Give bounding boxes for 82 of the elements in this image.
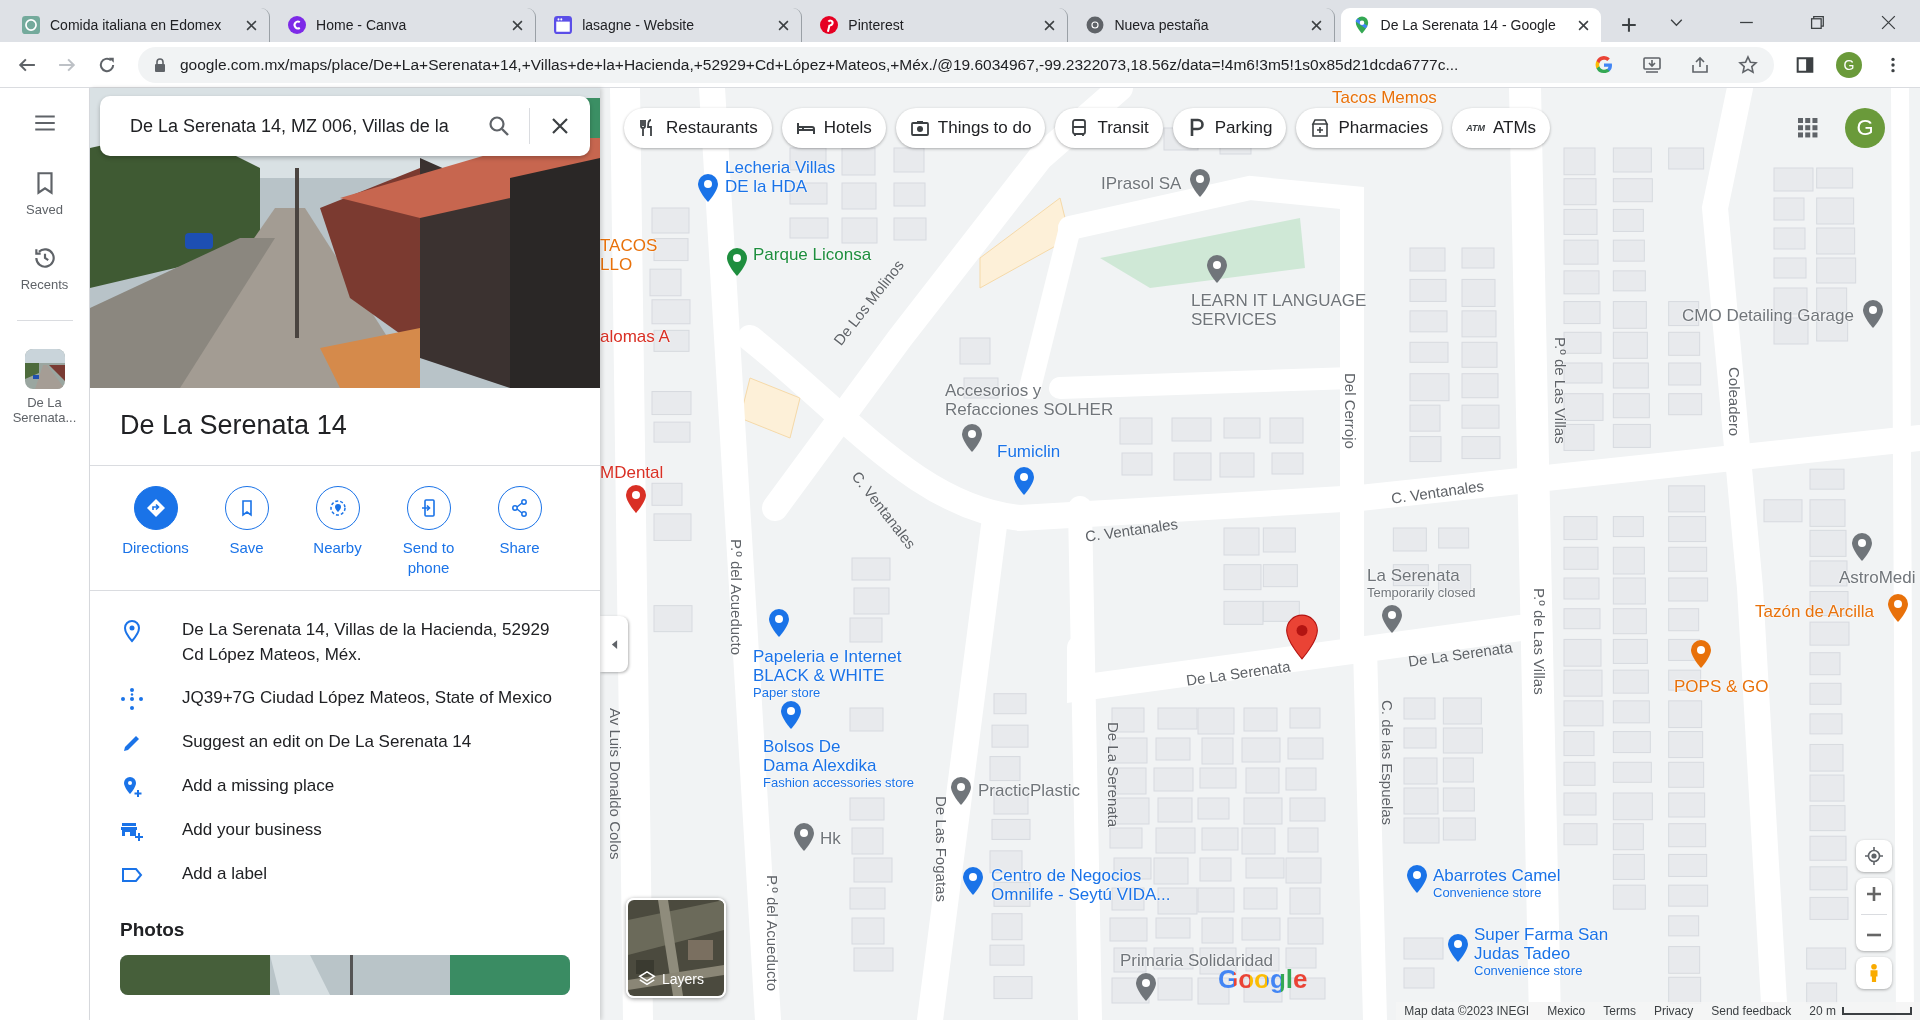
place-category: Temporarily closed [1367, 585, 1476, 600]
tab-title: Nueva pestaña [1114, 17, 1210, 33]
info-text[interactable]: Add a missing place [182, 773, 335, 798]
street-label: P.º de Las Villas [1531, 588, 1548, 695]
street-label: P.º del Acueducto [728, 539, 745, 656]
footer-link[interactable]: Mexico [1547, 1004, 1586, 1018]
place-label[interactable]: CMO Detailing Garage [1682, 306, 1854, 325]
action-button[interactable]: Directions [110, 486, 201, 578]
footer-link[interactable]: Terms [1603, 1004, 1636, 1018]
place-label[interactable]: Centro de Negocios Omnilife - Seytú VIDA... [991, 866, 1201, 904]
url-text: google.com.mx/maps/place/De+La+Serenata+14,+Villas+de+la+Hacienda,+52929+Cd+López+Mateos,+Méx./@19.6034967,-99.2322073,18.56z/data=!4m6!3m5!1s0x85d21dcda6777c... [180, 55, 1460, 74]
info-text[interactable]: Suggest an edit on De La Serenata 14 [182, 729, 472, 754]
street-label: Del Cerrojo [1342, 373, 1359, 449]
street-label: De Las Fogatas [933, 796, 950, 902]
place-label[interactable]: Parque Liconsa [753, 245, 872, 264]
section-heading: Photos [120, 919, 186, 941]
rail-item[interactable]: Recents [2, 245, 87, 292]
info-text: De La Serenata 14, Villas de la Hacienda, 52929 Cd López Mateos, Méx. [182, 619, 551, 666]
recent-place[interactable]: De La Serenata... [2, 349, 87, 425]
address-bar[interactable]: google.com.mx/maps/place/De+La+Serenata+14,+Villas+de+la+Hacienda,+52929+Cd+López+Mateos,+Méx./@19.6034967,-99.2322073,18.56z/data=!4m6!3m5!1s0x85d21dcda6777c... [138, 46, 1774, 83]
category-chip[interactable]: Transit [1055, 108, 1163, 148]
street-label: C. Ventanales [1390, 477, 1485, 507]
info-text[interactable]: Add your business [182, 817, 322, 842]
category-chip[interactable]: Parking [1172, 108, 1287, 148]
street-label: De La Serenata [1185, 657, 1292, 689]
footer-link[interactable]: Privacy [1653, 1004, 1694, 1018]
street-label: C. Ventanales [1084, 515, 1179, 545]
street-label: Coleadero [1726, 367, 1743, 437]
street-label: Av Luis Donaldo Colos [607, 708, 624, 860]
place-label[interactable]: Papeleria e Internet BLACK & WHITE [753, 647, 923, 685]
place-label[interactable]: Accesorios y Refacciones SOLHER [945, 381, 1125, 419]
place-label[interactable]: Bolsos De Dama Alexdika [763, 737, 883, 775]
place-label[interactable]: TACOS LLO [600, 236, 660, 274]
layers-button[interactable]: Layers [626, 898, 726, 998]
action-button[interactable]: Share [474, 486, 565, 578]
action-button[interactable]: Send to phone [383, 486, 474, 578]
info-text: JQ39+7G Ciudad López Mateos, State of Mexico [182, 687, 552, 709]
place-label[interactable]: Tazón de Arcilla [1755, 602, 1875, 621]
rail-item[interactable]: Saved [2, 170, 87, 217]
category-chip[interactable]: Things to do [895, 108, 1046, 148]
action-button[interactable]: Nearby [292, 486, 383, 578]
place-category: Convenience store [1474, 963, 1583, 978]
tab-title: De La Serenata 14 - Google [1380, 17, 1557, 33]
place-label[interactable]: POPS & GO [1674, 677, 1769, 696]
street-label: De La Serenata [1105, 722, 1122, 828]
action-button[interactable]: Save [201, 486, 292, 578]
place-label[interactable]: Hk [820, 829, 841, 848]
category-chip[interactable]: Hotels [781, 108, 886, 148]
tab-title: lasagne - Website [582, 17, 696, 33]
search-field[interactable]: De La Serenata 14, MZ 006, Villas de la [100, 96, 590, 156]
place-label[interactable]: alomas A [600, 327, 670, 346]
street-label: De La Serenata [1407, 638, 1514, 670]
street-label: C. de las Espuelas [1379, 700, 1396, 826]
atm-label: ATM [1466, 123, 1485, 133]
place-label[interactable]: PracticPlastic [978, 781, 1081, 800]
profile-avatar[interactable]: G [1836, 51, 1862, 78]
category-chip[interactable]: Pharmacies [1296, 108, 1443, 148]
place-label[interactable]: IPrasol SA [1101, 174, 1182, 193]
place-label[interactable]: Abarrotes Camel [1433, 866, 1561, 885]
place-label[interactable]: Super Farma San Judas Tadeo [1474, 925, 1624, 963]
place-label[interactable]: La Serenata [1367, 566, 1460, 585]
footer-link[interactable]: Send feedback [1711, 1004, 1792, 1018]
place-label[interactable]: AstroMedi [1839, 568, 1916, 587]
street-label: P.º del Acueducto [764, 875, 781, 992]
place-category: Convenience store [1433, 885, 1542, 900]
street-label: P.º de Las Villas [1552, 337, 1569, 444]
info-text[interactable]: Add a label [182, 861, 268, 886]
scale-label: 20 m [1809, 1004, 1836, 1018]
map-attribution: Map data ©2023 INEGI [1404, 1004, 1530, 1018]
category-chip[interactable]: ATM ATMs [1452, 108, 1551, 148]
place-label[interactable]: LEARN IT LANGUAGE SERVICES [1191, 291, 1386, 329]
tab-title: Comida italiana en Edomex [50, 17, 223, 33]
place-label[interactable]: MDental [600, 463, 664, 482]
place-category: Paper store [753, 685, 821, 700]
tab-title: Pinterest [848, 17, 905, 33]
place-label[interactable]: Fumiclin [997, 442, 1061, 461]
place-category: Fashion accessories store [763, 775, 914, 790]
category-chip[interactable]: Restaurants [624, 108, 772, 148]
place-label[interactable]: Lecheria Villas DE la HDA [725, 158, 860, 196]
browser-tab[interactable]: De La Serenata 14 - Google [1340, 8, 1601, 42]
tab-title: Home - Canva [316, 17, 408, 33]
place-label[interactable]: Tacos Memos [1332, 88, 1437, 107]
